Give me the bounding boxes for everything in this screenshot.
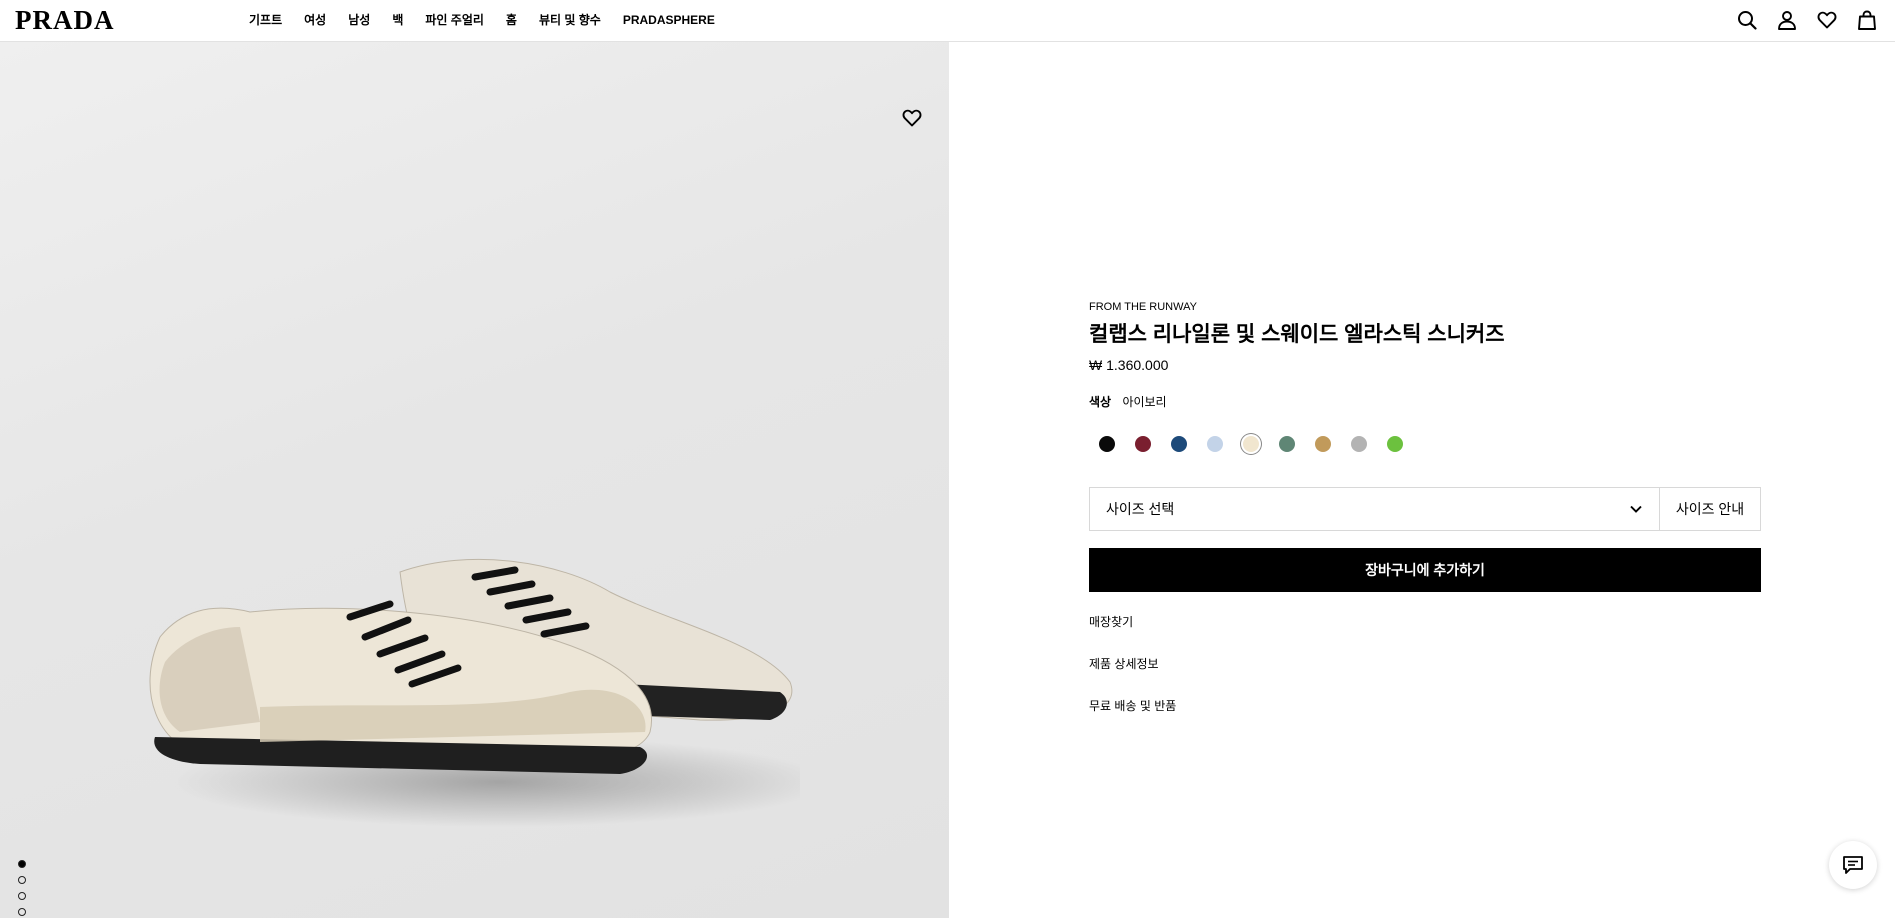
swatch-dot [1387,436,1403,452]
nav-beauty-fragrance[interactable]: 뷰티 및 향수 [539,13,601,27]
color-swatch-black[interactable] [1089,431,1125,457]
color-row: 색상 아이보리 [1089,394,1761,410]
gallery-dot-1[interactable] [18,860,26,868]
swatch-dot [1315,436,1331,452]
add-to-wishlist-icon[interactable] [902,108,924,130]
collection-eyebrow: FROM THE RUNWAY [1089,301,1197,313]
nav-women[interactable]: 여성 [304,13,326,27]
swatch-dot [1135,436,1151,452]
add-to-cart-button[interactable]: 장바구니에 추가하기 [1089,548,1761,592]
bag-icon[interactable] [1855,8,1879,32]
color-value: 아이보리 [1122,395,1167,409]
product-price: ₩ 1.360.000 [1089,357,1169,373]
nav-bags[interactable]: 백 [392,13,403,27]
color-swatch-camel[interactable] [1305,431,1341,457]
size-select[interactable]: 사이즈 선택 [1089,487,1659,531]
chat-icon [1843,856,1863,874]
color-swatch-light-blue[interactable] [1197,431,1233,457]
prada-logo[interactable]: PRADA [15,7,115,34]
nav-men[interactable]: 남성 [348,13,370,27]
store-locator-link[interactable]: 매장찾기 [1089,614,1761,630]
chevron-down-icon [1630,505,1642,513]
swatch-dot [1279,436,1295,452]
swatch-dot [1351,436,1367,452]
gallery-dot-3[interactable] [18,892,26,900]
nav-fine-jewelry[interactable]: 파인 주얼리 [425,13,484,27]
swatch-dot [1171,436,1187,452]
color-swatch-sage[interactable] [1269,431,1305,457]
ivory-sneakers-photo [149,558,800,827]
color-swatch-green[interactable] [1377,431,1413,457]
search-icon[interactable] [1735,8,1759,32]
shipping-returns-link[interactable]: 무료 배송 및 반품 [1089,698,1761,714]
color-label: 색상 [1089,395,1112,409]
account-icon[interactable] [1775,8,1799,32]
swatch-dot [1243,436,1259,452]
swatch-dot [1207,436,1223,452]
nav-pradasphere[interactable]: PRADASPHERE [623,13,715,27]
gallery-dot-2[interactable] [18,876,26,884]
nav-home[interactable]: 홈 [506,13,517,27]
site-header: PRADA 기프트 여성 남성 백 파인 주얼리 홈 뷰티 및 향수 PRADA… [0,0,1895,42]
gallery-pagination [18,860,26,918]
product-links: 매장찾기 제품 상세정보 무료 배송 및 반품 [1089,614,1761,714]
nav-gifts[interactable]: 기프트 [249,13,282,27]
wishlist-icon[interactable] [1815,8,1839,32]
product-image-panel[interactable] [0,42,949,918]
gallery-dot-4[interactable] [18,908,26,916]
color-swatch-burgundy[interactable] [1125,431,1161,457]
size-row: 사이즈 선택 사이즈 안내 [1089,487,1761,531]
product-details-link[interactable]: 제품 상세정보 [1089,656,1761,672]
color-swatch-grey[interactable] [1341,431,1377,457]
product-title: 컬랩스 리나일론 및 스웨이드 엘라스틱 스니커즈 [1089,323,1505,346]
main-nav: 기프트 여성 남성 백 파인 주얼리 홈 뷰티 및 향수 PRADASPHERE [249,13,737,27]
color-swatch-navy[interactable] [1161,431,1197,457]
color-swatch-ivory[interactable] [1233,431,1269,457]
size-guide-button[interactable]: 사이즈 안내 [1659,487,1761,531]
size-select-label: 사이즈 선택 [1106,501,1175,517]
chat-button[interactable] [1829,841,1877,889]
color-swatches [1089,431,1761,457]
product-info: FROM THE RUNWAY 컬랩스 리나일론 및 스웨이드 엘라스틱 스니커… [1089,300,1761,740]
swatch-dot [1099,436,1115,452]
header-icons [1735,8,1879,32]
